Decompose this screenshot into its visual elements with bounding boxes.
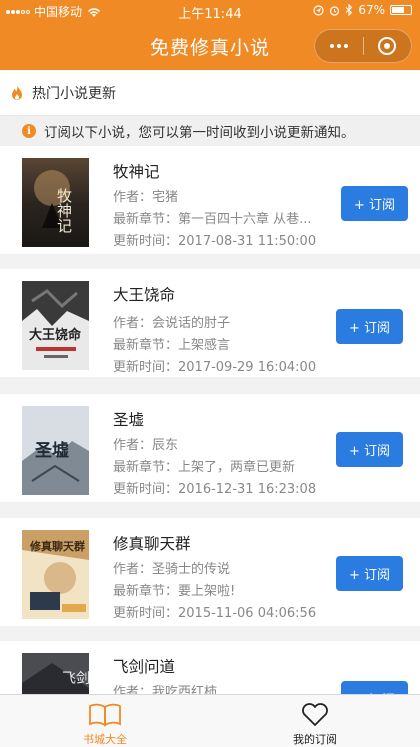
flame-icon [12, 84, 22, 100]
author-label: 作者： [113, 438, 153, 453]
book-title[interactable]: 牧神记 [113, 160, 160, 182]
book-latest: 最新章节：要上架啦! [113, 580, 235, 599]
tab-bar: 书城大全 我的订阅 [0, 694, 420, 747]
location-icon [313, 4, 324, 16]
book-title[interactable]: 飞剑问道 [113, 655, 175, 677]
book-author: 作者：圣骑士的传说 [113, 558, 230, 577]
updated-label: 更新时间： [113, 606, 179, 621]
author-label: 作者： [113, 316, 153, 331]
latest-label: 最新章节： [113, 212, 179, 227]
book-latest: 最新章节：上架了，两章已更新 [113, 456, 295, 475]
latest-value: 要上架啦! [178, 584, 236, 599]
book-title[interactable]: 大王饶命 [113, 283, 175, 305]
latest-label: 最新章节： [113, 338, 179, 353]
book-cover[interactable]: 圣墟 [22, 406, 89, 495]
cover-text: 大王饶命 [29, 327, 82, 343]
book-title[interactable]: 圣墟 [113, 408, 144, 430]
book-list: 牧神记 牧神记 作者：宅猪 最新章节：第一百四十六章 从巷... 更新时间：20… [0, 146, 420, 694]
nav-bar: 免费修真小说 [0, 22, 420, 70]
subscribe-button[interactable]: + 订阅 [336, 309, 403, 344]
battery-fill [392, 7, 404, 13]
book-updated: 更新时间：2017-08-31 11:50:00 [113, 230, 316, 249]
section-title: 热门小说更新 [32, 85, 116, 102]
book-icon [88, 701, 122, 729]
status-bar: 中国移动 上午11:44 67% [0, 0, 420, 22]
book-cover[interactable]: 飞剑问道 [22, 653, 89, 694]
book-author: 作者：宅猪 [113, 186, 178, 205]
author-value: 辰东 [152, 438, 179, 453]
info-icon: i [22, 124, 36, 138]
mini-program-capsule [314, 29, 412, 63]
book-card[interactable]: 圣墟 圣墟 作者：辰东 最新章节：上架了，两章已更新 更新时间：2016-12-… [0, 394, 420, 502]
book-card[interactable]: 大王饶命 大王饶命 作者：会说话的肘子 最新章节：上架感言 更新时间：2017-… [0, 269, 420, 377]
tab-label: 书城大全 [83, 733, 127, 746]
subscribe-button[interactable]: + 订阅 [341, 186, 408, 221]
author-label: 作者： [113, 190, 153, 205]
close-mini-program-icon[interactable] [363, 30, 411, 62]
book-author: 作者：辰东 [113, 434, 178, 453]
updated-label: 更新时间： [113, 234, 179, 249]
book-card[interactable]: 飞剑问道 飞剑问道 作者：我吃西红柿 + 订阅 [0, 641, 420, 694]
book-cover[interactable]: 大王饶命 [22, 281, 89, 370]
notice-text: 订阅以下小说，您可以第一时间收到小说更新通知。 [44, 125, 355, 141]
author-value: 宅猪 [152, 190, 179, 205]
latest-value: 上架了，两章已更新 [178, 460, 296, 475]
author-value: 会说话的肘子 [152, 316, 231, 331]
bluetooth-icon [345, 4, 353, 16]
subscribe-button[interactable]: + 订阅 [336, 432, 403, 467]
book-cover[interactable]: 修真聊天群 [22, 530, 89, 619]
author-value: 圣骑士的传说 [152, 562, 231, 577]
subscribe-button[interactable]: + 订阅 [336, 556, 403, 591]
book-updated: 更新时间：2016-12-31 16:23:08 [113, 478, 316, 497]
author-label: 作者： [113, 562, 153, 577]
section-header: 热门小说更新 [0, 70, 420, 116]
tab-bookstore[interactable]: 书城大全 [0, 695, 210, 747]
latest-value: 上架感言 [178, 338, 231, 353]
author-value: 我吃西红柿 [152, 685, 218, 694]
book-card[interactable]: 修真聊天群 修真聊天群 作者：圣骑士的传说 最新章节：要上架啦! 更新时间：20… [0, 518, 420, 626]
battery-percent: 67% [358, 3, 385, 17]
updated-label: 更新时间： [113, 360, 179, 375]
tab-my-subscriptions[interactable]: 我的订阅 [210, 695, 420, 747]
book-author: 作者：我吃西红柿 [113, 681, 217, 694]
updated-value: 2016-12-31 16:23:08 [178, 482, 317, 497]
updated-value: 2017-09-29 16:04:00 [178, 360, 317, 375]
latest-value: 第一百四十六章 从巷... [178, 212, 312, 227]
latest-label: 最新章节： [113, 584, 179, 599]
subscribe-button[interactable]: + 订阅 [341, 681, 408, 694]
author-label: 作者： [113, 685, 153, 694]
status-bar-right: 67% [313, 3, 412, 17]
heart-icon [301, 701, 329, 729]
book-card[interactable]: 牧神记 牧神记 作者：宅猪 最新章节：第一百四十六章 从巷... 更新时间：20… [0, 146, 420, 254]
battery-icon [390, 5, 412, 15]
latest-label: 最新章节： [113, 460, 179, 475]
cover-text: 修真聊天群 [29, 539, 85, 553]
book-updated: 更新时间：2015-11-06 04:06:56 [113, 602, 316, 621]
book-latest: 最新章节：第一百四十六章 从巷... [113, 208, 312, 227]
alarm-icon [330, 5, 340, 16]
book-cover[interactable]: 牧神记 [22, 158, 89, 247]
updated-value: 2015-11-06 04:06:56 [178, 606, 317, 621]
cover-text: 圣墟 [35, 440, 69, 461]
updated-value: 2017-08-31 11:50:00 [178, 234, 317, 249]
tab-label: 我的订阅 [293, 733, 337, 746]
more-icon[interactable] [315, 30, 363, 62]
subscribe-notice: i 订阅以下小说，您可以第一时间收到小说更新通知。 [0, 116, 420, 146]
book-title[interactable]: 修真聊天群 [113, 532, 191, 554]
book-author: 作者：会说话的肘子 [113, 312, 230, 331]
cover-text: 牧神记 [55, 188, 73, 233]
cover-text: 飞剑问道 [62, 671, 89, 687]
book-latest: 最新章节：上架感言 [113, 334, 230, 353]
book-updated: 更新时间：2017-09-29 16:04:00 [113, 356, 316, 375]
updated-label: 更新时间： [113, 482, 179, 497]
